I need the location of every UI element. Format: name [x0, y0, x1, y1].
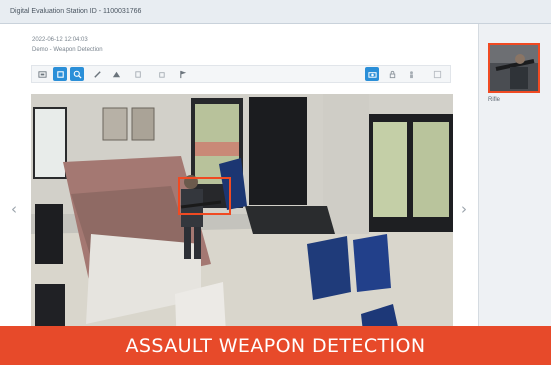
select-button[interactable]	[53, 67, 67, 81]
pencil-icon	[93, 70, 101, 78]
copy-icon	[134, 70, 141, 78]
cctv-scene	[31, 94, 453, 350]
zoom-in-button[interactable]	[70, 67, 84, 81]
zoom-out-icon	[37, 70, 47, 78]
weapon-detection-box[interactable]	[178, 177, 231, 215]
marker-icon	[112, 71, 120, 77]
lock-button[interactable]	[385, 67, 399, 81]
select-icon	[56, 70, 64, 78]
flag-button[interactable]	[176, 67, 190, 81]
event-description: Demo - Weapon Detection	[32, 47, 103, 53]
window-title: Digital Evaluation Station ID - 11000317…	[10, 8, 142, 15]
detection-thumbnail[interactable]	[488, 43, 540, 93]
flag-icon	[179, 70, 186, 78]
thumbnail-label: Rifle	[488, 97, 501, 103]
thumbnail-image	[490, 45, 538, 91]
paste-button[interactable]	[154, 67, 168, 81]
expand-button[interactable]	[430, 67, 444, 81]
camera-icon	[367, 71, 377, 78]
marker-button[interactable]	[109, 67, 123, 81]
expand-icon	[433, 70, 441, 78]
paste-icon	[158, 71, 165, 78]
camera-frame[interactable]	[31, 94, 453, 350]
image-toolbar	[31, 65, 451, 83]
person-icon	[409, 70, 413, 78]
next-frame-button[interactable]: ›	[461, 200, 467, 218]
detections-sidebar: Rifle	[478, 24, 551, 326]
zoom-out-button[interactable]	[35, 67, 49, 81]
banner-text: ASSAULT WEAPON DETECTION	[125, 334, 426, 357]
copy-button[interactable]	[131, 67, 145, 81]
camera-button[interactable]	[365, 67, 379, 81]
zoom-in-icon	[73, 70, 82, 79]
detection-banner: ASSAULT WEAPON DETECTION	[0, 326, 551, 365]
event-viewer: 2022-06-12 12:04:03 Demo - Weapon Detect…	[0, 24, 478, 350]
pencil-button[interactable]	[90, 67, 104, 81]
title-bar: Digital Evaluation Station ID - 11000317…	[0, 0, 551, 24]
person-button[interactable]	[404, 67, 418, 81]
lock-icon	[389, 70, 395, 78]
previous-frame-button[interactable]: ‹	[11, 200, 17, 218]
event-timestamp: 2022-06-12 12:04:03	[32, 37, 88, 43]
